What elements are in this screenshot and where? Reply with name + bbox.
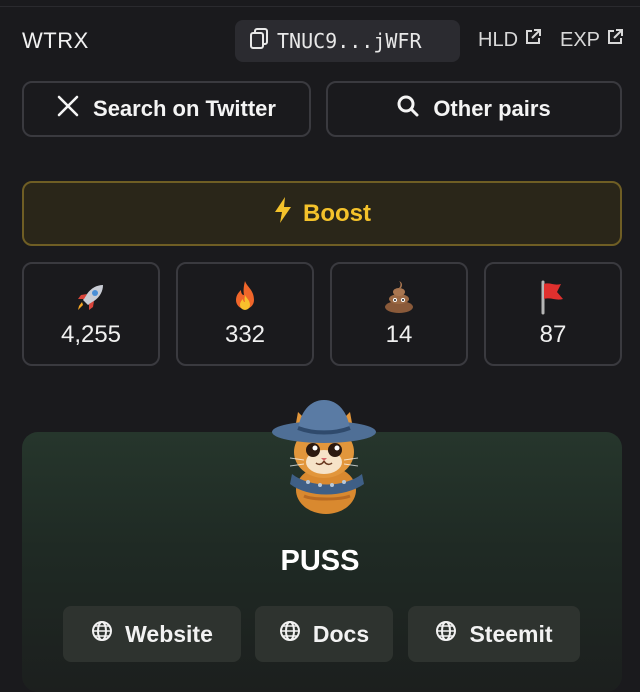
external-link-icon: [524, 28, 542, 52]
hld-label: HLD: [478, 28, 519, 51]
top-divider: [0, 0, 640, 7]
hld-link[interactable]: HLD: [478, 28, 542, 52]
reaction-count: 14: [385, 321, 413, 348]
exp-label: EXP: [560, 28, 601, 51]
reaction-poop[interactable]: 14: [330, 262, 468, 366]
globe-icon: [91, 620, 113, 648]
search-twitter-button[interactable]: Search on Twitter: [22, 81, 311, 137]
copy-address-button[interactable]: TNUC9...jWFR: [235, 20, 460, 62]
lightning-icon: [273, 196, 293, 231]
search-twitter-label: Search on Twitter: [93, 96, 276, 121]
website-label: Website: [125, 620, 213, 647]
search-icon: [397, 95, 419, 123]
copy-icon: [249, 27, 269, 55]
token-avatar: [268, 396, 380, 516]
pair-name: WTRX: [22, 28, 89, 53]
reaction-count: 332: [224, 321, 266, 348]
docs-link-button[interactable]: Docs: [255, 606, 393, 662]
website-link-button[interactable]: Website: [63, 606, 241, 662]
exp-link[interactable]: EXP: [560, 28, 624, 52]
red-flag-icon: [535, 279, 571, 315]
fire-icon: [227, 279, 263, 315]
boost-button[interactable]: Boost: [22, 181, 622, 246]
action-buttons: Search on Twitter Other pairs: [22, 81, 622, 137]
other-pairs-label: Other pairs: [433, 96, 551, 121]
external-link-icon: [606, 28, 624, 52]
globe-icon: [279, 620, 301, 648]
steemit-label: Steemit: [469, 620, 553, 647]
globe-icon: [435, 620, 457, 648]
docs-label: Docs: [312, 620, 370, 647]
reaction-count: 4,255: [60, 321, 122, 348]
reaction-fire[interactable]: 332: [176, 262, 314, 366]
token-links: Website Docs Steemit: [63, 606, 583, 666]
x-twitter-icon: [57, 95, 79, 123]
steemit-link-button[interactable]: Steemit: [408, 606, 580, 662]
rocket-icon: [73, 279, 109, 315]
reaction-bar: 4,255 332 14 87: [22, 262, 622, 366]
poop-icon: [381, 279, 417, 315]
other-pairs-button[interactable]: Other pairs: [326, 81, 622, 137]
boost-label: Boost: [303, 199, 371, 227]
reaction-count: 87: [539, 321, 567, 348]
pair-header: WTRX TNUC9...jWFR HLD EXP: [0, 20, 640, 64]
token-name: PUSS: [280, 545, 360, 577]
reaction-rocket[interactable]: 4,255: [22, 262, 160, 366]
pair-address: TNUC9...jWFR: [277, 29, 422, 53]
reaction-flag[interactable]: 87: [484, 262, 622, 366]
